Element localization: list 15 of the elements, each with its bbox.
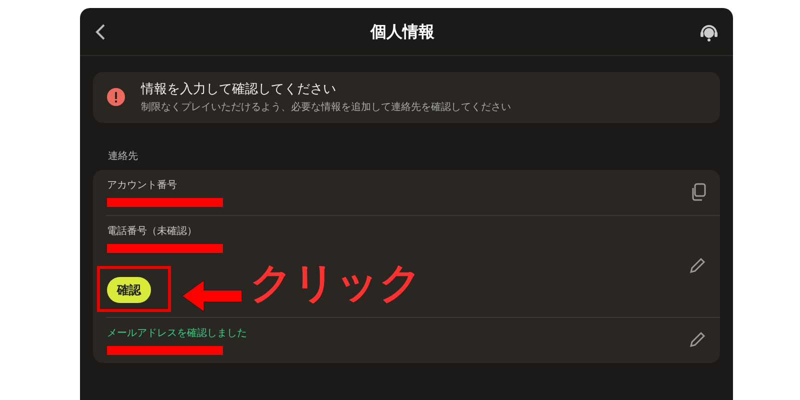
section-label: 連絡先 (108, 150, 139, 164)
alert-message: 制限なくプレイいただけるよう、必要な情報を追加して連絡先を確認してください (141, 100, 511, 114)
copy-icon[interactable] (690, 183, 706, 201)
verified-label: メールアドレスを確認しました (107, 326, 247, 340)
pencil-icon[interactable] (688, 257, 706, 275)
pencil-icon[interactable] (688, 331, 706, 349)
field-label: 電話番号（未確認） (107, 224, 198, 238)
page-title: 個人情報 (370, 20, 434, 42)
warning-icon (107, 88, 125, 106)
annotation-text: クリック (250, 262, 422, 304)
alert-title: 情報を入力して確認してください (141, 81, 337, 99)
verify-button[interactable]: 確認 (107, 276, 151, 302)
field-label: アカウント番号 (107, 178, 178, 192)
back-icon[interactable] (94, 22, 106, 40)
arrow-icon (180, 276, 244, 316)
